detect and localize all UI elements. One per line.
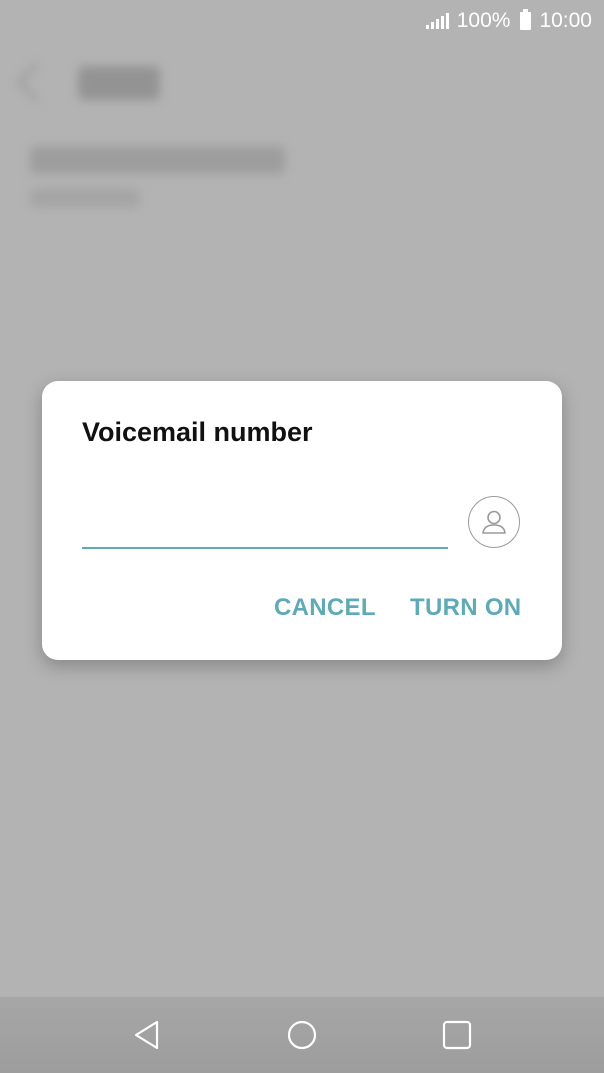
back-triangle-icon [134,1020,159,1050]
background-title [78,66,160,100]
contact-picker-button[interactable] [468,496,520,548]
battery-icon [520,9,532,30]
background-back-icon [16,62,56,102]
nav-home-button[interactable] [282,1015,322,1055]
cancel-button[interactable]: CANCEL [274,594,376,622]
status-bar: 100% 10:00 [0,0,604,42]
dialog-title: Voicemail number [82,417,313,447]
turn-on-button[interactable]: TURN ON [410,594,521,622]
background-setting-summary [30,188,140,208]
contact-person-icon [482,510,506,534]
home-circle-icon [287,1020,317,1050]
voicemail-number-dialog: Voicemail number CANCEL TURN ON [42,381,562,660]
navigation-bar [0,997,604,1073]
background-setting-title [30,146,285,174]
signal-icon [425,13,449,29]
nav-back-button[interactable] [127,1015,167,1055]
clock: 10:00 [539,9,592,32]
voicemail-number-input[interactable] [82,501,448,549]
battery-percentage: 100% [456,9,511,32]
nav-recent-apps-button[interactable] [437,1015,477,1055]
recent-apps-square-icon [442,1020,472,1050]
